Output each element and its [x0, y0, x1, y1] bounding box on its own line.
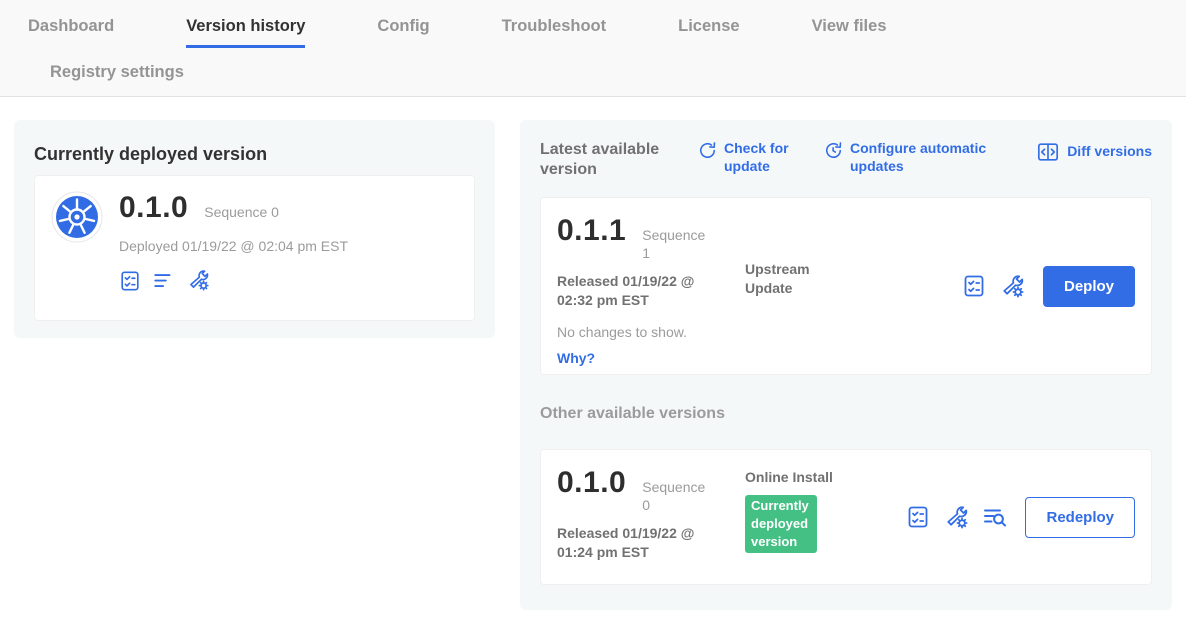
- latest-version-header: Latest available version Check for updat…: [540, 140, 1152, 180]
- tab-registry-settings[interactable]: Registry settings: [50, 63, 184, 82]
- diff-versions-link[interactable]: Diff versions: [1036, 140, 1152, 163]
- tab-view-files[interactable]: View files: [812, 17, 887, 48]
- config-wrench-gear-icon[interactable]: [187, 269, 210, 292]
- deployed-timestamp: Deployed 01/19/22 @ 02:04 pm EST: [119, 238, 348, 254]
- kubernetes-logo-icon: [51, 191, 103, 305]
- other-version-source: Online Install: [745, 468, 837, 487]
- other-version-details: 0.1.0 Sequence 0 Released 01/19/22 @ 01:…: [557, 466, 745, 562]
- latest-version-sequence: Sequence 1: [642, 227, 708, 262]
- logs-magnifier-icon[interactable]: [983, 505, 1007, 529]
- no-changes-text: No changes to show.: [557, 324, 745, 340]
- other-versions-title: Other available versions: [540, 405, 1152, 423]
- logs-lines-icon[interactable]: [153, 270, 175, 292]
- release-notes-checklist-icon[interactable]: [119, 270, 141, 292]
- currently-deployed-badge: Currently deployed version: [745, 495, 817, 554]
- current-version-card: 0.1.0 Sequence 0 Deployed 01/19/22 @ 02:…: [34, 175, 475, 321]
- diff-versions-icon: [1036, 141, 1060, 163]
- other-version-actions: [906, 505, 1007, 530]
- tab-version-history[interactable]: Version history: [186, 17, 305, 48]
- other-version-source-col: Online Install Currently deployed versio…: [745, 466, 837, 553]
- config-wrench-gear-icon[interactable]: [1000, 274, 1025, 299]
- current-version-number: 0.1.0: [119, 191, 188, 225]
- deploy-button[interactable]: Deploy: [1043, 266, 1135, 307]
- tab-license[interactable]: License: [678, 17, 739, 48]
- latest-version-source: Upstream Update: [745, 260, 837, 298]
- circular-arrow-icon: [698, 141, 717, 160]
- configure-automatic-updates-link[interactable]: Configure automatic updates: [824, 140, 1002, 175]
- other-version-card: 0.1.0 Sequence 0 Released 01/19/22 @ 01:…: [540, 449, 1152, 585]
- why-link[interactable]: Why?: [557, 350, 745, 366]
- latest-version-card: 0.1.1 Sequence 1 Released 01/19/22 @ 02:…: [540, 197, 1152, 375]
- current-version-details: 0.1.0 Sequence 0 Deployed 01/19/22 @ 02:…: [119, 191, 348, 305]
- current-version-panel: Currently deployed version 0.1.0 Sequenc…: [14, 120, 495, 338]
- check-for-update-label: Check for update: [724, 140, 798, 175]
- available-versions-panel: Latest available version Check for updat…: [520, 120, 1172, 610]
- release-notes-checklist-icon[interactable]: [962, 274, 986, 298]
- latest-version-row: 0.1.1 Sequence 1: [557, 214, 745, 262]
- configure-automatic-updates-label: Configure automatic updates: [850, 140, 1002, 175]
- latest-version-actions: [962, 274, 1025, 299]
- current-version-title: Currently deployed version: [34, 144, 475, 165]
- redeploy-button[interactable]: Redeploy: [1025, 497, 1135, 538]
- top-nav: Dashboard Version history Config Trouble…: [0, 0, 1186, 97]
- other-version-row: 0.1.0 Sequence 0: [557, 466, 745, 514]
- latest-version-number: 0.1.1: [557, 214, 626, 248]
- other-version-sequence: Sequence 0: [642, 479, 708, 514]
- current-version-row: 0.1.0 Sequence 0: [119, 191, 348, 225]
- tab-config[interactable]: Config: [377, 17, 429, 48]
- latest-version-details: 0.1.1 Sequence 1 Released 01/19/22 @ 02:…: [557, 214, 745, 366]
- current-version-actions: [119, 269, 348, 292]
- tab-troubleshoot[interactable]: Troubleshoot: [502, 17, 607, 48]
- other-version-number: 0.1.0: [557, 466, 626, 500]
- tab-dashboard[interactable]: Dashboard: [28, 17, 114, 48]
- other-released-timestamp: Released 01/19/22 @ 01:24 pm EST: [557, 524, 719, 562]
- tab-row-primary: Dashboard Version history Config Trouble…: [0, 0, 1186, 48]
- tab-row-secondary: Registry settings: [0, 48, 1186, 97]
- diff-versions-label: Diff versions: [1067, 143, 1152, 161]
- current-version-sequence: Sequence 0: [204, 204, 279, 220]
- latest-released-timestamp: Released 01/19/22 @ 02:32 pm EST: [557, 272, 719, 310]
- check-for-update-link[interactable]: Check for update: [698, 140, 798, 175]
- config-wrench-gear-icon[interactable]: [944, 505, 969, 530]
- clock-circular-arrow-icon: [824, 141, 843, 160]
- release-notes-checklist-icon[interactable]: [906, 505, 930, 529]
- latest-version-title: Latest available version: [540, 140, 672, 180]
